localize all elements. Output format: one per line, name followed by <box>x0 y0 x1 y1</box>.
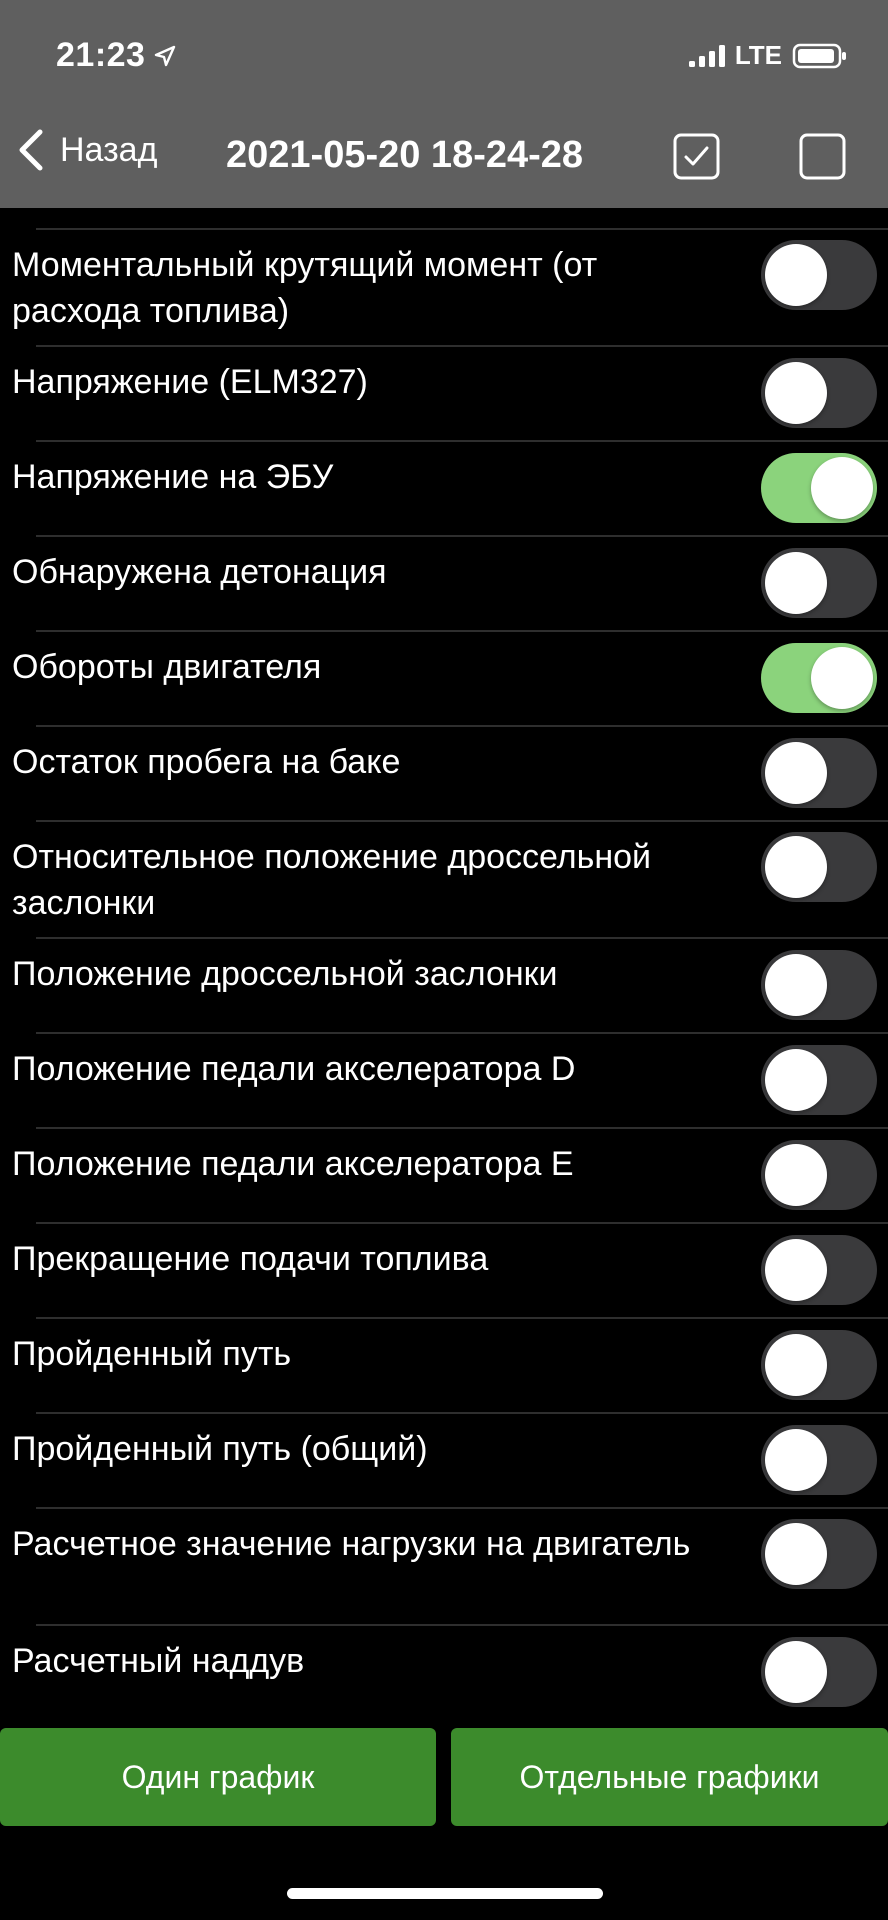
list-item: Относительное положение дроссельной засл… <box>12 822 888 939</box>
parameter-list: Моментальный крутящий момент (от расхода… <box>0 208 888 1719</box>
location-arrow-icon <box>155 45 176 66</box>
toggle-switch[interactable] <box>761 1330 877 1400</box>
battery-icon <box>792 43 846 68</box>
list-item: Обороты двигателя <box>12 632 888 727</box>
toggle-knob <box>811 647 873 709</box>
list-item: Остаток пробега на баке <box>12 727 888 822</box>
list-item-label: Положение педали акселератора E <box>12 1145 574 1183</box>
toggle-switch[interactable] <box>761 738 877 808</box>
list-item-label: Расчетное значение нагрузки на двигатель <box>12 1525 691 1563</box>
toggle-knob <box>765 1429 827 1491</box>
chevron-left-icon <box>19 129 43 171</box>
toggle-switch[interactable] <box>761 1637 877 1707</box>
list-item: Положение педали акселератора D <box>12 1034 888 1129</box>
status-right: LTE <box>687 40 848 71</box>
list-item-label: Моментальный крутящий момент (от расхода… <box>12 246 598 330</box>
list-item: Расчетное значение нагрузки на двигатель <box>12 1509 888 1626</box>
toggle-switch[interactable] <box>761 643 877 713</box>
toggle-knob <box>765 552 827 614</box>
toggle-switch[interactable] <box>761 240 877 310</box>
list-item: Расчетный наддув <box>12 1626 888 1719</box>
list-item-label: Прекращение подачи топлива <box>12 1240 489 1278</box>
page-title: 2021-05-20 18-24-28 <box>226 134 584 176</box>
list-item-label: Обороты двигателя <box>12 648 322 686</box>
toggle-knob <box>765 244 827 306</box>
toggle-knob <box>765 1144 827 1206</box>
toggle-switch[interactable] <box>761 1425 877 1495</box>
toggle-knob <box>811 457 873 519</box>
list-item-label: Обнаружена детонация <box>12 553 387 591</box>
toggle-knob <box>765 362 827 424</box>
toggle-switch[interactable] <box>761 548 877 618</box>
back-label: Назад <box>60 130 158 169</box>
toggle-knob <box>765 1334 827 1396</box>
checkbox-checked-icon[interactable] <box>673 133 720 180</box>
list-item-label: Остаток пробега на баке <box>12 743 401 781</box>
list-item-label: Положение педали акселератора D <box>12 1050 576 1088</box>
toggle-knob <box>765 1641 827 1703</box>
toggle-knob <box>765 954 827 1016</box>
toggle-knob <box>765 1523 827 1585</box>
list-item: Прекращение подачи топлива <box>12 1224 888 1319</box>
list-item: Положение дроссельной заслонки <box>12 939 888 1034</box>
toggle-knob <box>765 836 827 898</box>
toggle-knob <box>765 742 827 804</box>
list-item: Напряжение (ELM327) <box>12 347 888 442</box>
home-indicator[interactable] <box>287 1888 603 1899</box>
toggle-switch[interactable] <box>761 1140 877 1210</box>
list-item: Обнаружена детонация <box>12 537 888 632</box>
list-item-label: Напряжение на ЭБУ <box>12 458 334 496</box>
list-item-label: Относительное положение дроссельной засл… <box>12 838 652 922</box>
toggle-knob <box>765 1049 827 1111</box>
list-item-label: Пройденный путь <box>12 1335 292 1373</box>
back-button[interactable]: Назад <box>16 128 157 172</box>
list-item: Напряжение на ЭБУ <box>12 442 888 537</box>
toggle-switch[interactable] <box>761 1235 877 1305</box>
list-item-label: Напряжение (ELM327) <box>12 363 368 401</box>
list-item: Пройденный путь <box>12 1319 888 1414</box>
toggle-switch[interactable] <box>761 1519 877 1589</box>
one-chart-button[interactable]: Один график <box>0 1728 436 1826</box>
toggle-switch[interactable] <box>761 950 877 1020</box>
toggle-switch[interactable] <box>761 1045 877 1115</box>
status-time-text: 21:23 <box>56 36 146 74</box>
header: 21:23 LTE Назад 2021-05-20 18-24-28 <box>0 0 888 208</box>
toggle-knob <box>765 1239 827 1301</box>
separate-charts-button[interactable]: Отдельные графики <box>451 1728 888 1826</box>
list-item: Положение педали акселератора E <box>12 1129 888 1224</box>
network-type: LTE <box>734 40 782 70</box>
list-item-label: Расчетный наддув <box>12 1642 305 1680</box>
list-item: Пройденный путь (общий) <box>12 1414 888 1509</box>
list-item: Моментальный крутящий момент (от расхода… <box>12 230 888 347</box>
status-time: 21:23 <box>56 36 177 75</box>
checkbox-empty-icon[interactable] <box>799 133 846 180</box>
list-item-label: Положение дроссельной заслонки <box>12 955 558 993</box>
toggle-switch[interactable] <box>761 453 877 523</box>
toggle-switch[interactable] <box>761 358 877 428</box>
list-item-label: Пройденный путь (общий) <box>12 1430 428 1468</box>
signal-icon <box>688 44 725 67</box>
toggle-switch[interactable] <box>761 832 877 902</box>
